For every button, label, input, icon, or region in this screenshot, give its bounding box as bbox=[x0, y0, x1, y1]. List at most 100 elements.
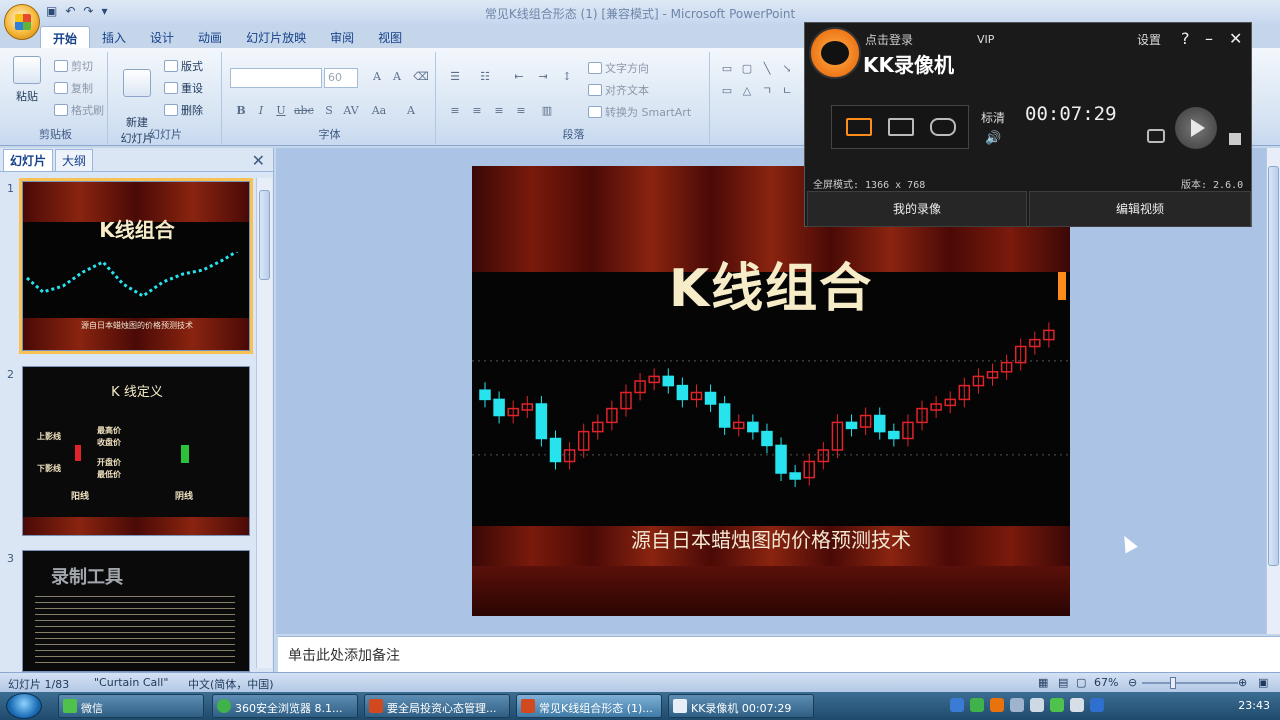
strikethrough-icon[interactable]: abc bbox=[294, 102, 314, 120]
bullets-icon[interactable]: ☰ bbox=[446, 68, 464, 86]
reset-button[interactable]: 重设 bbox=[164, 80, 203, 96]
delete-slide-button[interactable]: 删除 bbox=[164, 102, 203, 118]
wechat-tray-icon[interactable] bbox=[1050, 698, 1064, 712]
clear-format-icon[interactable]: ⌫ bbox=[412, 68, 430, 86]
fullscreen-mode-icon[interactable] bbox=[846, 118, 872, 136]
numbering-icon[interactable]: ☷ bbox=[476, 68, 494, 86]
zoom-slider-knob[interactable] bbox=[1170, 677, 1176, 689]
line-spacing-icon[interactable]: ↕ bbox=[558, 68, 576, 86]
zoom-level[interactable]: 67% bbox=[1094, 676, 1118, 689]
taskbar-item-ppt2[interactable]: 常见K线组合形态 (1)... bbox=[516, 694, 662, 718]
bluetooth-tray-icon[interactable] bbox=[1090, 698, 1104, 712]
slide-thumbnail-1[interactable]: K线组合 源自日本蜡烛图的价格预测技术 bbox=[19, 178, 253, 354]
layout-button[interactable]: 版式 bbox=[164, 58, 203, 74]
edit-video-button[interactable]: 编辑视频 bbox=[1029, 191, 1251, 227]
italic-icon[interactable]: I bbox=[252, 102, 270, 120]
sorter-view-icon[interactable]: ▤ bbox=[1058, 676, 1068, 689]
text-direction-button[interactable]: 文字方向 bbox=[588, 60, 649, 76]
increase-indent-icon[interactable]: ⇥ bbox=[534, 68, 552, 86]
line-shape-icon[interactable]: ╲ bbox=[758, 60, 776, 78]
normal-view-icon[interactable]: ▦ bbox=[1038, 676, 1048, 689]
elbow-shape-icon[interactable]: ㄴ bbox=[778, 82, 796, 100]
paste-button[interactable]: 粘贴 bbox=[10, 56, 44, 104]
slide-subtitle[interactable]: 源自日本蜡烛图的价格预测技术 bbox=[472, 524, 1070, 553]
char-spacing-icon[interactable]: AV bbox=[342, 102, 360, 120]
my-recordings-button[interactable]: 我的录像 bbox=[807, 191, 1027, 227]
play-icon[interactable] bbox=[1175, 107, 1217, 149]
decrease-indent-icon[interactable]: ⇤ bbox=[510, 68, 528, 86]
tab-slideshow[interactable]: 幻灯片放映 bbox=[234, 26, 318, 48]
tab-design[interactable]: 设计 bbox=[138, 26, 186, 48]
textbox-shape-icon[interactable]: ▭ bbox=[718, 60, 736, 78]
vip-badge[interactable]: VIP bbox=[977, 33, 994, 46]
start-button[interactable] bbox=[6, 693, 42, 719]
slide-thumbnail-2[interactable]: K 线定义 上影线 最高价 收盘价 开盘价 下影线 最低价 阳线 阴线 bbox=[22, 366, 250, 536]
fit-window-icon[interactable]: ▣ bbox=[1258, 676, 1268, 689]
tab-insert[interactable]: 插入 bbox=[90, 26, 138, 48]
justify-icon[interactable]: ≡ bbox=[512, 102, 530, 120]
format-painter-button[interactable]: 格式刷 bbox=[54, 102, 104, 118]
slideshow-view-icon[interactable]: ▢ bbox=[1076, 676, 1086, 689]
columns-icon[interactable]: ▥ bbox=[538, 102, 556, 120]
quality-selector[interactable]: 标清 bbox=[981, 109, 1005, 126]
font-family-box[interactable] bbox=[230, 68, 322, 88]
360-tray-icon[interactable] bbox=[970, 698, 984, 712]
help-tray-icon[interactable] bbox=[950, 698, 964, 712]
stop-icon[interactable] bbox=[1229, 133, 1241, 145]
minimize-icon[interactable]: – bbox=[1205, 29, 1213, 48]
font-color-icon[interactable]: A bbox=[402, 102, 420, 120]
copy-button[interactable]: 复制 bbox=[54, 80, 93, 96]
kk-tray-icon[interactable] bbox=[990, 698, 1004, 712]
cut-button[interactable]: 剪切 bbox=[54, 58, 93, 74]
network-tray-icon[interactable] bbox=[1010, 698, 1024, 712]
taskbar-item-browser[interactable]: 360安全浏览器 8.1... bbox=[212, 694, 358, 718]
zoom-out-icon[interactable]: ⊖ bbox=[1128, 676, 1137, 689]
settings-link[interactable]: 设置 bbox=[1137, 31, 1161, 48]
taskbar-clock[interactable]: 23:43 bbox=[1238, 699, 1270, 712]
zoom-slider[interactable] bbox=[1142, 682, 1238, 684]
slide-thumbnail-3[interactable]: 录制工具 bbox=[22, 550, 250, 672]
tab-outline[interactable]: 大纲 bbox=[55, 149, 94, 171]
underline-icon[interactable]: U bbox=[272, 102, 290, 120]
shadow-icon[interactable]: S bbox=[320, 102, 338, 120]
scroll-thumb[interactable] bbox=[259, 190, 270, 280]
connector-shape-icon[interactable]: ㄱ bbox=[758, 82, 776, 100]
font-size-box[interactable]: 60 bbox=[324, 68, 358, 88]
thumbnail-scrollbar[interactable] bbox=[256, 178, 272, 668]
taskbar-item-ppt1[interactable]: 要全局投资心态管理... bbox=[364, 694, 510, 718]
volume-icon[interactable]: 🔊 bbox=[985, 131, 1001, 146]
login-link[interactable]: 点击登录 bbox=[865, 31, 913, 48]
taskbar-item-wechat[interactable]: 微信 bbox=[58, 694, 204, 718]
tab-slides[interactable]: 幻灯片 bbox=[3, 149, 54, 171]
grow-font-icon[interactable]: A bbox=[368, 68, 386, 86]
tab-animations[interactable]: 动画 bbox=[186, 26, 234, 48]
align-center-icon[interactable]: ≡ bbox=[468, 102, 486, 120]
close-icon[interactable]: ✕ bbox=[252, 151, 265, 170]
shrink-font-icon[interactable]: A bbox=[388, 68, 406, 86]
align-right-icon[interactable]: ≡ bbox=[490, 102, 508, 120]
bold-icon[interactable]: B bbox=[232, 102, 250, 120]
triangle-shape-icon[interactable]: △ bbox=[738, 82, 756, 100]
arrow-shape-icon[interactable]: ↘ bbox=[778, 60, 796, 78]
rectangle-shape-icon[interactable]: ▢ bbox=[738, 60, 756, 78]
smartart-button[interactable]: 转换为 SmartArt bbox=[588, 104, 691, 120]
align-left-icon[interactable]: ≡ bbox=[446, 102, 464, 120]
taskbar-item-kk[interactable]: KK录像机 00:07:29 bbox=[668, 694, 814, 718]
tab-review[interactable]: 审阅 bbox=[318, 26, 366, 48]
game-mode-icon[interactable] bbox=[930, 118, 956, 136]
tab-home[interactable]: 开始 bbox=[40, 26, 91, 48]
current-slide[interactable]: K线组合 源自日本蜡烛图的价格预测技术 bbox=[472, 166, 1070, 616]
tab-view[interactable]: 视图 bbox=[366, 26, 414, 48]
close-icon[interactable]: ✕ bbox=[1229, 29, 1242, 48]
change-case-icon[interactable]: Aa bbox=[370, 102, 388, 120]
battery-tray-icon[interactable] bbox=[1070, 698, 1084, 712]
camera-icon[interactable] bbox=[1147, 129, 1165, 143]
language-indicator[interactable]: 中文(简体，中国) bbox=[188, 676, 274, 692]
scroll-thumb[interactable] bbox=[1268, 166, 1279, 566]
editor-scrollbar[interactable] bbox=[1266, 148, 1280, 634]
slide-title[interactable]: K线组合 bbox=[472, 246, 1070, 321]
notes-pane[interactable]: 单击此处添加备注 bbox=[278, 636, 1280, 672]
volume-tray-icon[interactable] bbox=[1030, 698, 1044, 712]
oval-shape-icon[interactable]: ▭ bbox=[718, 82, 736, 100]
align-text-button[interactable]: 对齐文本 bbox=[588, 82, 649, 98]
